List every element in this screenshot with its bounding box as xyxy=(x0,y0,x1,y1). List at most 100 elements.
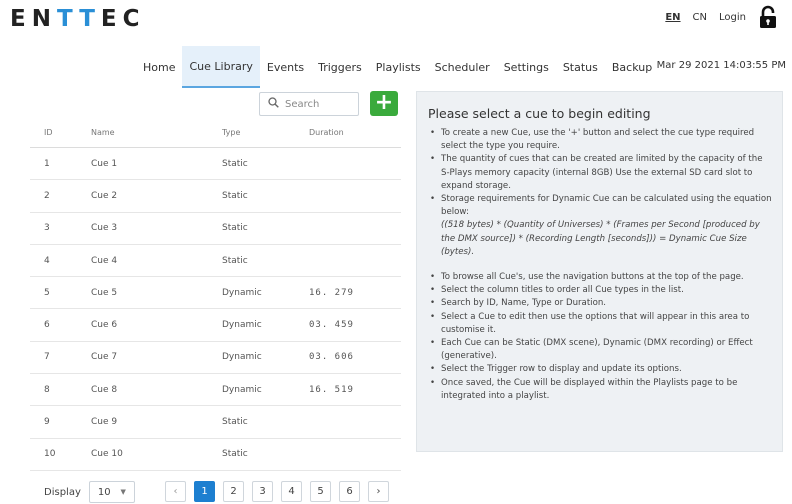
instruction-item: Each Cue can be Static (DMX scene), Dyna… xyxy=(428,337,772,363)
cell-name: Cue 7 xyxy=(91,352,118,363)
page-button-6[interactable]: 6 xyxy=(339,481,360,502)
top-links: EN CN Login xyxy=(665,5,778,29)
cell-id: 8 xyxy=(44,384,50,395)
cell-name: Cue 2 xyxy=(91,190,118,201)
prev-page-button[interactable]: ‹ xyxy=(165,481,186,502)
tab-cue-library[interactable]: Cue Library xyxy=(182,46,260,88)
cell-type: Static xyxy=(222,417,248,428)
page-button-3[interactable]: 3 xyxy=(252,481,273,502)
tab-status[interactable]: Status xyxy=(556,46,605,88)
cell-duration: 03. 459 xyxy=(309,320,354,331)
add-cue-button[interactable]: + xyxy=(370,91,398,116)
cell-id: 4 xyxy=(44,255,50,266)
column-name-header[interactable]: Name xyxy=(77,128,212,137)
cell-id: 7 xyxy=(44,352,50,363)
column-id-header[interactable]: ID xyxy=(30,128,77,137)
cell-id: 9 xyxy=(44,417,50,428)
table-row[interactable]: 5 Cue 5 Dynamic 16. 279 xyxy=(30,277,401,310)
table-row[interactable]: 6 Cue 6 Dynamic 03. 459 xyxy=(30,309,401,342)
page-button-2[interactable]: 2 xyxy=(223,481,244,502)
table-row[interactable]: 2 Cue 2 Static xyxy=(30,180,401,213)
search-placeholder: Search xyxy=(285,98,320,110)
display-count: Display 10 ▼ xyxy=(44,481,135,503)
cell-name: Cue 8 xyxy=(91,384,118,395)
instruction-item: Once saved, the Cue will be displayed wi… xyxy=(428,377,772,403)
cell-type: Static xyxy=(222,449,248,460)
table-row[interactable]: 7 Cue 7 Dynamic 03. 606 xyxy=(30,342,401,375)
table-row[interactable]: 3 Cue 3 Static xyxy=(30,213,401,245)
datetime-display: Mar 29 2021 14:03:55 PM xyxy=(656,60,786,71)
cell-name: Cue 6 xyxy=(91,320,118,331)
instruction-item: To browse all Cue's, use the navigation … xyxy=(428,271,772,284)
cell-type: Static xyxy=(222,255,248,266)
cell-id: 3 xyxy=(44,223,50,234)
table-row[interactable]: 9 Cue 9 Static xyxy=(30,406,401,439)
instruction-item: Select a Cue to edit then use the option… xyxy=(428,311,772,337)
cell-type: Dynamic xyxy=(222,384,262,395)
tab-events[interactable]: Events xyxy=(260,46,311,88)
dropdown-caret-icon: ▼ xyxy=(120,488,126,496)
cell-id: 2 xyxy=(44,190,50,201)
tab-triggers[interactable]: Triggers xyxy=(311,46,369,88)
instruction-item: Search by ID, Name, Type or Duration. xyxy=(428,297,772,310)
main-nav: Home Cue Library Events Triggers Playlis… xyxy=(136,46,659,88)
enttec-logo: ENTTEC xyxy=(10,6,146,32)
cue-editor-panel: Please select a cue to begin editing To … xyxy=(416,91,783,452)
lock-icon[interactable] xyxy=(758,5,778,29)
column-duration-header[interactable]: Duration xyxy=(299,128,401,137)
panel-title: Please select a cue to begin editing xyxy=(428,106,651,121)
table-row[interactable]: 8 Cue 8 Dynamic 16. 519 xyxy=(30,374,401,407)
instructions-list-2: To browse all Cue's, use the navigation … xyxy=(428,271,772,403)
page-button-1[interactable]: 1 xyxy=(194,481,215,502)
tab-home[interactable]: Home xyxy=(136,46,182,88)
page-button-4[interactable]: 4 xyxy=(281,481,302,502)
cell-type: Dynamic xyxy=(222,287,262,298)
cell-id: 1 xyxy=(44,158,50,169)
next-page-button[interactable]: › xyxy=(368,481,389,502)
cell-name: Cue 5 xyxy=(91,287,118,298)
cell-name: Cue 3 xyxy=(91,223,118,234)
cell-name: Cue 9 xyxy=(91,417,118,428)
table-row[interactable]: 10 Cue 10 Static xyxy=(30,439,401,471)
cell-type: Static xyxy=(222,190,248,201)
table-row[interactable]: 4 Cue 4 Static xyxy=(30,245,401,278)
cell-type: Dynamic xyxy=(222,352,262,363)
table-header: ID Name Type Duration xyxy=(30,118,401,148)
instruction-item: Select the column titles to order all Cu… xyxy=(428,284,772,297)
cell-id: 6 xyxy=(44,320,50,331)
display-label: Display xyxy=(44,486,81,498)
cell-type: Dynamic xyxy=(222,320,262,331)
login-link[interactable]: Login xyxy=(719,12,746,23)
cell-name: Cue 10 xyxy=(91,449,123,460)
instruction-item: The quantity of cues that can be created… xyxy=(428,153,772,193)
table-row[interactable]: 1 Cue 1 Static xyxy=(30,148,401,181)
column-type-header[interactable]: Type xyxy=(212,128,299,137)
cue-table: ID Name Type Duration 1 Cue 1 Static 2 C… xyxy=(30,118,401,471)
display-count-select[interactable]: 10 ▼ xyxy=(88,481,135,503)
cell-type: Static xyxy=(222,223,248,234)
search-icon xyxy=(268,97,279,111)
search-input[interactable]: Search xyxy=(259,92,359,116)
tab-settings[interactable]: Settings xyxy=(497,46,556,88)
instructions-list: To create a new Cue, use the '+' button … xyxy=(428,127,772,219)
storage-equation: ((518 bytes) * (Quantity of Universes) *… xyxy=(441,220,760,257)
display-count-value: 10 xyxy=(97,486,111,498)
cell-name: Cue 4 xyxy=(91,255,118,266)
language-cn-link[interactable]: CN xyxy=(693,12,707,23)
cell-duration: 16. 519 xyxy=(309,384,354,395)
pagination: ‹ 1 2 3 4 5 6 › xyxy=(165,481,389,502)
tab-scheduler[interactable]: Scheduler xyxy=(428,46,497,88)
instruction-item: To create a new Cue, use the '+' button … xyxy=(428,127,772,153)
cell-duration: 16. 279 xyxy=(309,287,354,298)
page-button-5[interactable]: 5 xyxy=(310,481,331,502)
language-en-link[interactable]: EN xyxy=(665,12,680,23)
cell-type: Static xyxy=(222,158,248,169)
tab-playlists[interactable]: Playlists xyxy=(369,46,428,88)
instruction-item: Select the Trigger row to display and up… xyxy=(428,363,772,376)
cell-id: 5 xyxy=(44,287,50,298)
cell-name: Cue 1 xyxy=(91,158,118,169)
instruction-item: Storage requirements for Dynamic Cue can… xyxy=(428,193,772,219)
tab-backup[interactable]: Backup xyxy=(605,46,659,88)
cell-id: 10 xyxy=(44,449,56,460)
